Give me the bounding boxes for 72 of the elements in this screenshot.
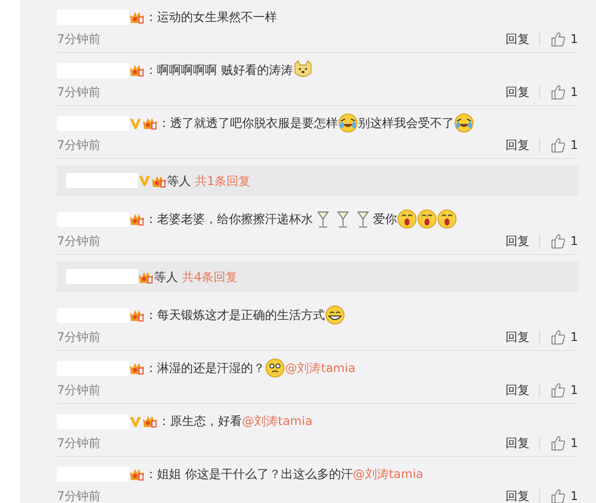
laughing-crying-icon	[454, 113, 474, 133]
redacted-name	[66, 269, 138, 284]
level-badge-icon	[129, 361, 145, 375]
reply-link[interactable]: 回复	[505, 136, 530, 154]
comment-text: ：原生态，好看	[158, 413, 242, 430]
like-count: 1	[570, 435, 578, 452]
comment-time: 7分钟前	[57, 84, 101, 101]
level-badge-icon	[129, 63, 145, 77]
like-count: 1	[570, 233, 578, 250]
comment-time: 7分钟前	[57, 233, 101, 250]
like-count: 1	[570, 137, 578, 154]
laughing-crying-icon	[338, 113, 358, 133]
shocked-face-icon	[437, 209, 457, 229]
comment-time: 7分钟前	[57, 31, 101, 48]
dizzy-face-icon	[265, 358, 285, 378]
redacted-name	[57, 308, 129, 322]
redacted-name	[57, 466, 129, 482]
redacted-name	[57, 360, 129, 376]
like-count: 1	[570, 31, 578, 48]
grinning-face-icon	[325, 305, 345, 325]
reply-link[interactable]: 回复	[505, 487, 530, 503]
reply-link[interactable]: 回复	[505, 434, 530, 452]
thumbs-up-icon[interactable]	[550, 233, 566, 249]
comment-text: ：运动的女生果然不一样	[145, 9, 277, 26]
comment-text: 爱你	[373, 211, 397, 228]
level-badge-icon	[142, 414, 158, 428]
thumbs-up-icon[interactable]	[550, 137, 566, 153]
redacted-name	[57, 212, 129, 226]
comment-text: ：透了就透了吧你脱衣服是要怎样	[158, 115, 338, 132]
level-badge-icon	[151, 174, 167, 188]
thumbs-up-icon[interactable]	[550, 329, 566, 345]
others-label: 等人	[167, 172, 191, 190]
redacted-name	[66, 173, 138, 188]
reply-link[interactable]: 回复	[505, 83, 530, 101]
comment-time: 7分钟前	[57, 137, 101, 154]
redacted-name	[57, 414, 129, 428]
thumbs-up-icon[interactable]	[550, 488, 566, 503]
redacted-name	[57, 10, 129, 24]
comment-time: 7分钟前	[57, 382, 101, 399]
shocked-face-icon	[417, 209, 437, 229]
comment-text: ：老婆老婆，给你擦擦汗递杯水	[145, 211, 313, 228]
level-badge-icon	[138, 270, 154, 284]
comment-text: 别这样我会受不了	[358, 115, 454, 132]
reply-link[interactable]: 回复	[505, 30, 530, 48]
level-badge-icon	[129, 467, 145, 481]
comment-text: ：淋湿的还是汗湿的？	[145, 360, 265, 377]
thumbs-up-icon[interactable]	[550, 84, 566, 100]
thumbs-up-icon[interactable]	[550, 382, 566, 398]
level-badge-icon	[129, 308, 145, 322]
level-badge-icon	[142, 116, 158, 130]
comment-text: ：啊啊啊啊啊 贼好看的涛涛	[145, 62, 293, 79]
shocked-face-icon	[397, 209, 417, 229]
redacted-name	[57, 62, 129, 78]
like-count: 1	[570, 382, 578, 399]
like-count: 1	[570, 329, 578, 346]
thumbs-up-icon[interactable]	[550, 435, 566, 451]
comment-time: 7分钟前	[57, 488, 101, 503]
comment-text: ：每天锻炼这才是正确的生活方式	[145, 307, 325, 324]
comment-time: 7分钟前	[57, 329, 101, 346]
level-badge-icon	[129, 212, 145, 226]
comment-time: 7分钟前	[57, 435, 101, 452]
comment-text: ：姐姐 你这是干什么了？出这么多的汗	[145, 466, 353, 483]
thumbs-up-icon[interactable]	[550, 31, 566, 47]
redacted-name	[57, 116, 129, 130]
reply-link[interactable]: 回复	[505, 328, 530, 346]
reply-link[interactable]: 回复	[505, 232, 530, 250]
like-count: 1	[570, 488, 578, 503]
like-count: 1	[570, 84, 578, 101]
doge-icon	[292, 60, 313, 80]
level-badge-icon	[129, 10, 145, 24]
others-label: 等人	[154, 268, 178, 286]
reply-link[interactable]: 回复	[505, 381, 530, 399]
